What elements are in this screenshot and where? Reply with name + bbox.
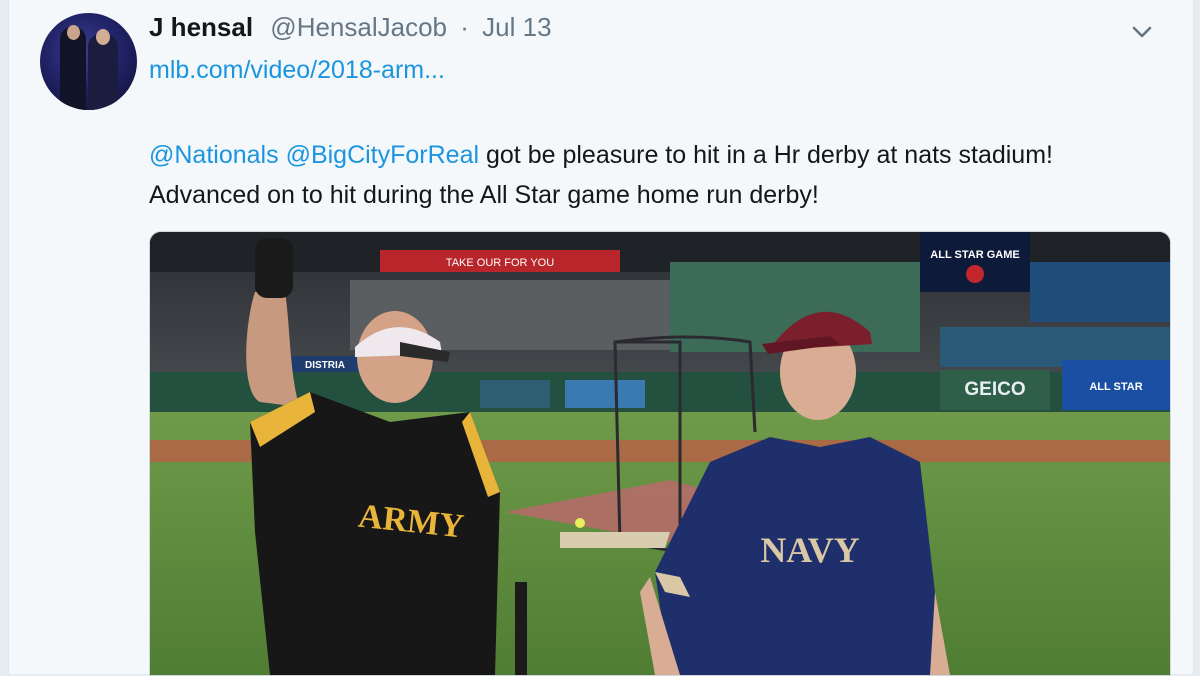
navy-lettering: NAVY [760,530,859,570]
wall-sign: DISTRIA [305,360,345,371]
tweet-link[interactable]: mlb.com/video/2018-arm... [149,56,445,85]
geico-ad: GEICO [964,379,1025,400]
tweet-text-line2: Advanced on to hit during the All Star g… [149,181,819,209]
tweet-header: J hensal @HensalJacob · Jul 13 [149,12,552,43]
banner-text: TAKE OUR FOR YOU [446,257,554,269]
mention-nationals[interactable]: @Nationals [149,141,279,169]
avatar-face-left [67,25,80,40]
allstar-ad: ALL STAR [1089,381,1142,393]
media-image: TAKE OUR FOR YOU ALL STAR GAME DISTRIA G… [150,232,1170,675]
separator-dot: · [460,12,469,42]
avatar[interactable] [40,13,137,110]
baseball-bat [515,582,527,675]
scoreboard-text: ALL STAR GAME [930,249,1019,261]
tweet-text: @Nationals @BigCityForReal got be pleasu… [149,135,1179,215]
tweet-media[interactable]: TAKE OUR FOR YOU ALL STAR GAME DISTRIA G… [149,231,1171,676]
display-name[interactable]: J hensal [149,12,253,42]
tweet-text-line1: got be pleasure to hit in a Hr derby at … [486,141,1053,169]
tweet-date[interactable]: Jul 13 [482,12,551,42]
mention-bigcityforreal[interactable]: @BigCityForReal [286,141,479,169]
batting-glove [255,238,293,298]
chevron-down-icon[interactable] [1130,20,1154,44]
user-handle[interactable]: @HensalJacob [270,12,447,42]
avatar-face-right [96,29,110,45]
